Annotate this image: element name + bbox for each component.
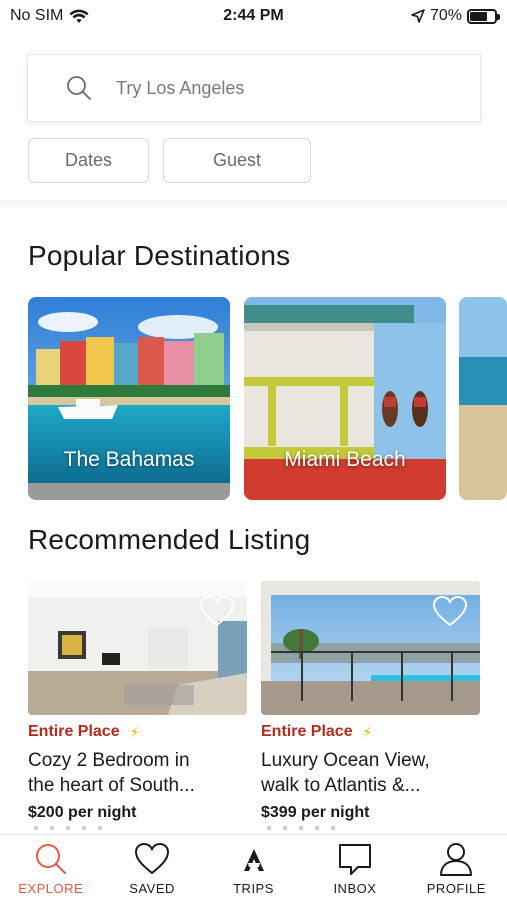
battery-fill [470,11,487,21]
tab-inbox[interactable]: INBOX [304,835,405,900]
tab-label: TRIPS [233,881,274,896]
tab-explore[interactable]: EXPLORE [0,835,101,900]
tab-label: SAVED [129,881,175,896]
bolt-icon: ⚡ [362,723,373,740]
section-divider [0,200,507,208]
listing-title-line: the heart of South... [28,775,195,796]
tab-saved[interactable]: SAVED [101,835,202,900]
carrier-label: No SIM [10,7,64,24]
tab-label: PROFILE [426,881,486,896]
heart-icon[interactable] [432,595,468,627]
heart-icon [135,842,170,875]
bolt-icon: ⚡ [129,723,140,740]
chat-bubble-icon [338,844,371,875]
listing-title: Cozy 2 Bedroom in the heart of South... [28,748,247,798]
status-left: No SIM [10,7,89,25]
guest-button[interactable]: Guest [163,138,311,183]
listing-type-label: Entire Place [28,723,120,740]
tab-label: INBOX [333,881,377,896]
search-header: Try Los Angeles Dates Guest [0,32,507,200]
listing-type: Entire Place ⚡ [28,723,247,741]
tab-trips[interactable]: TRIPS [203,835,304,900]
heart-icon[interactable] [199,595,235,627]
destination-card-miami[interactable]: Miami Beach [244,297,446,500]
battery-percent: 70% [429,7,462,24]
search-icon [35,844,66,874]
recommended-listing-title: Recommended Listing [28,524,311,555]
listing-price: $399 per night [261,804,370,821]
listing-title-line: walk to Atlantis &... [261,775,421,796]
search-icon [67,76,91,100]
tab-profile[interactable]: PROFILE [406,835,507,900]
status-right: 70% [411,7,500,25]
listing-card[interactable]: Entire Place ⚡ Cozy 2 Bedroom in the hea… [28,581,247,834]
listing-price: $200 per night [28,804,137,821]
battery-icon [467,8,500,24]
bottom-tab-bar: EXPLORE SAVED TRIPS INBOX PROFILE [0,834,507,900]
listing-title-line: Luxury Ocean View, [261,750,430,771]
rating-stars [261,826,480,834]
tab-label: EXPLORE [18,881,84,896]
destination-name: The Bahamas [63,448,195,471]
listing-image [28,581,247,715]
destination-card-bahamas[interactable]: The Bahamas [28,297,230,500]
search-placeholder: Try Los Angeles [116,77,245,98]
person-icon [440,843,473,876]
listing-type-label: Entire Place [261,723,353,740]
popular-destinations-title: Popular Destinations [28,240,291,271]
listing-type: Entire Place ⚡ [261,723,480,741]
search-input[interactable]: Try Los Angeles [27,54,481,122]
location-arrow-icon [411,9,425,23]
listing-title: Luxury Ocean View, walk to Atlantis &... [261,748,480,798]
listing-card[interactable]: Entire Place ⚡ Luxury Ocean View, walk t… [261,581,480,834]
dates-button[interactable]: Dates [28,138,149,183]
listing-title-line: Cozy 2 Bedroom in [28,750,190,771]
rating-stars [28,826,247,834]
wifi-icon [69,9,89,23]
trips-icon [243,849,264,871]
status-bar: No SIM 2:44 PM 70% [0,0,507,32]
destination-card-partial[interactable] [459,297,507,500]
listing-image [261,581,480,715]
beach-image [459,297,507,500]
destination-name: Miami Beach [284,448,406,471]
